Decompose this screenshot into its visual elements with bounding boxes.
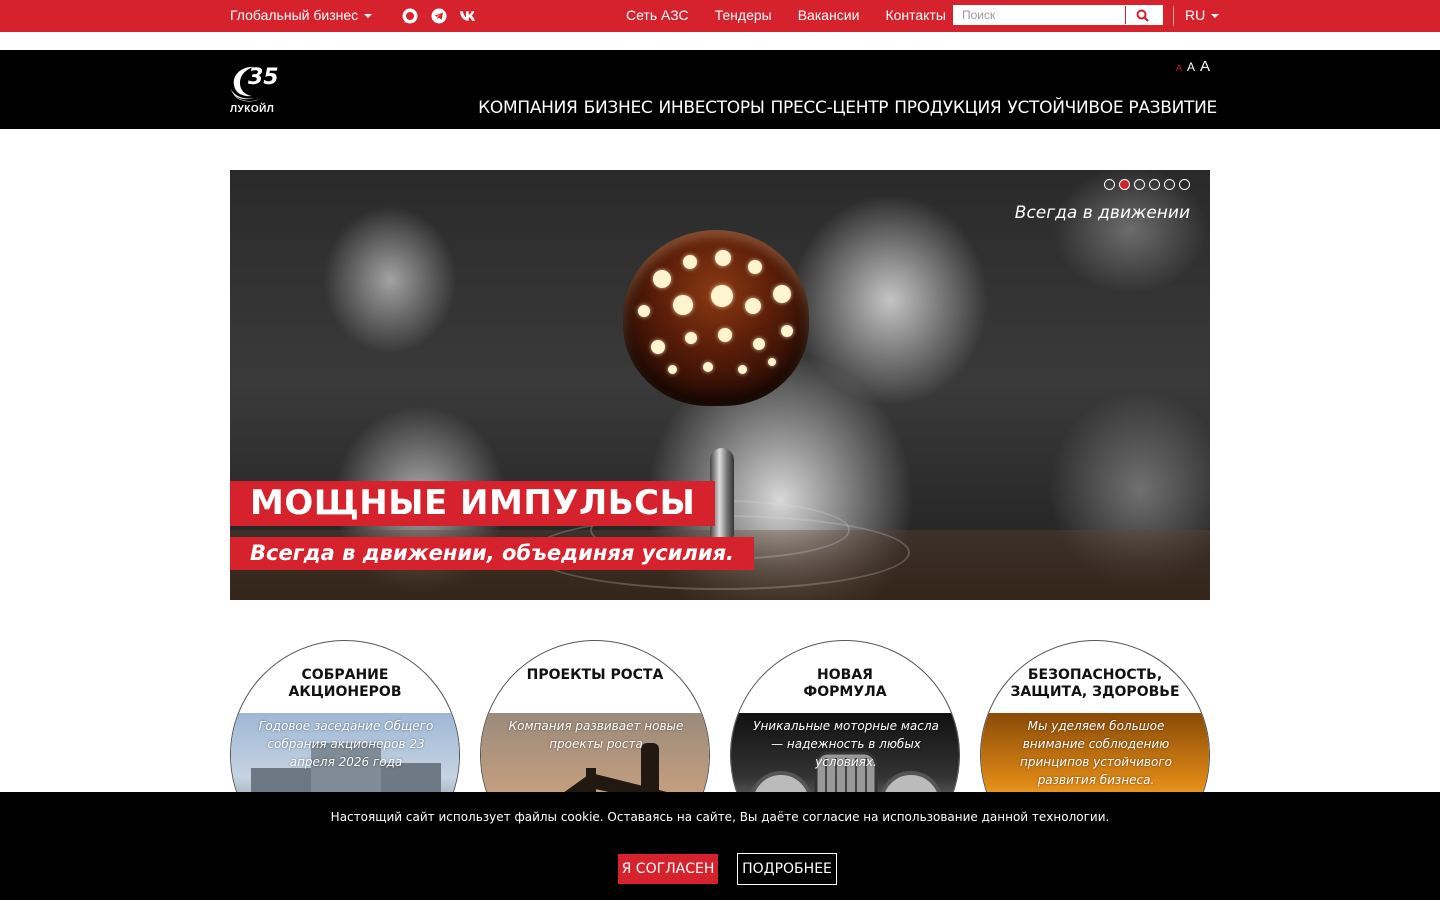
slider-dot[interactable] [1104, 179, 1115, 190]
font-size-large[interactable]: A [1200, 58, 1210, 75]
main-header: 35 ЛУКОЙЛ A A A КОМПАНИЯ БИЗНЕС ИНВЕСТОР… [0, 50, 1440, 129]
card-description: Годовое заседание Общего собрания акцион… [258, 719, 434, 769]
global-business-dropdown[interactable]: Глобальный бизнес [230, 7, 373, 23]
font-size-medium[interactable]: A [1187, 60, 1195, 74]
hero-title: МОЩНЫЕ ИМПУЛЬСЫ [230, 481, 716, 526]
chat-icon[interactable] [401, 7, 418, 24]
slider-pagination [1104, 179, 1190, 190]
logo-wordmark: ЛУКОЙЛ [230, 104, 275, 115]
card-title: СОБРАНИЕ АКЦИОНЕРОВ [288, 667, 402, 700]
slider-dot[interactable] [1134, 179, 1145, 190]
slider-dot-active[interactable] [1119, 179, 1130, 190]
main-nav-sustainability[interactable]: УСТОЙЧИВОЕ РАЗВИТИЕ [1007, 98, 1217, 118]
top-bar: Глобальный бизнес Сеть АЗС Тендеры Вакан… [0, 0, 1440, 32]
language-label: RU [1185, 7, 1206, 23]
hero-subtitle: Всегда в движении, объединяя усилия. [230, 537, 755, 570]
card-description: Уникальные моторные масла — надежность в… [753, 719, 939, 769]
card-title: НОВАЯ ФОРМУЛА [803, 667, 887, 700]
divider [1173, 6, 1174, 26]
cookie-message: Настоящий сайт использует файлы cookie. … [330, 810, 1110, 824]
top-nav-tenders[interactable]: Тендеры [715, 7, 772, 23]
slider-dot[interactable] [1179, 179, 1190, 190]
slider-dot[interactable] [1164, 179, 1175, 190]
hero-tagline: Всегда в движении [1014, 203, 1190, 223]
hero-slider[interactable]: Всегда в движении МОЩНЫЕ ИМПУЛЬСЫ Всегда… [230, 170, 1210, 600]
main-nav-business[interactable]: БИЗНЕС [584, 98, 653, 118]
main-nav-company[interactable]: КОМПАНИЯ [478, 98, 578, 118]
slider-dot[interactable] [1149, 179, 1160, 190]
logo-number: 35 [248, 65, 279, 90]
hero-image-drop [623, 230, 809, 406]
card-description: Мы уделяем большое внимание соблюдению п… [1020, 719, 1172, 787]
top-nav-gas-stations[interactable]: Сеть АЗС [626, 7, 689, 23]
main-nav-products[interactable]: ПРОДУКЦИЯ [894, 98, 1001, 118]
chevron-down-icon [364, 14, 373, 18]
telegram-icon[interactable] [430, 7, 447, 24]
logo[interactable]: 35 ЛУКОЙЛ [230, 63, 280, 117]
main-nav-press-center[interactable]: ПРЕСС-ЦЕНТР [771, 98, 889, 118]
card-description: Компания развивает новые проекты роста [508, 719, 684, 751]
language-selector[interactable]: RU [1185, 7, 1220, 23]
top-nav-vacancies[interactable]: Вакансии [798, 7, 860, 23]
cookie-banner: Настоящий сайт использует файлы cookie. … [0, 792, 1440, 900]
cookie-agree-button[interactable]: Я СОГЛАСЕН [618, 854, 718, 884]
chevron-down-icon [1211, 14, 1220, 18]
card-title: БЕЗОПАСНОСТЬ, ЗАЩИТА, ЗДОРОВЬЕ [1010, 667, 1180, 700]
main-nav-investors[interactable]: ИНВЕСТОРЫ [658, 98, 764, 118]
font-size-switcher: A A A [1176, 58, 1210, 75]
vk-icon[interactable] [459, 7, 476, 24]
cookie-more-button[interactable]: ПОДРОБНЕЕ [737, 853, 837, 885]
card-title: ПРОЕКТЫ РОСТА [526, 667, 664, 683]
search-input[interactable] [953, 6, 1125, 24]
search-box [953, 5, 1163, 25]
search-button[interactable] [1125, 6, 1159, 24]
global-business-label: Глобальный бизнес [230, 7, 359, 23]
top-nav: Сеть АЗС Тендеры Вакансии Контакты [626, 7, 946, 23]
social-links [401, 7, 476, 24]
main-nav: КОМПАНИЯ БИЗНЕС ИНВЕСТОРЫ ПРЕСС-ЦЕНТР ПР… [478, 98, 1217, 118]
search-icon [1136, 9, 1149, 22]
top-nav-contacts[interactable]: Контакты [885, 7, 945, 23]
font-size-small[interactable]: A [1176, 63, 1182, 73]
